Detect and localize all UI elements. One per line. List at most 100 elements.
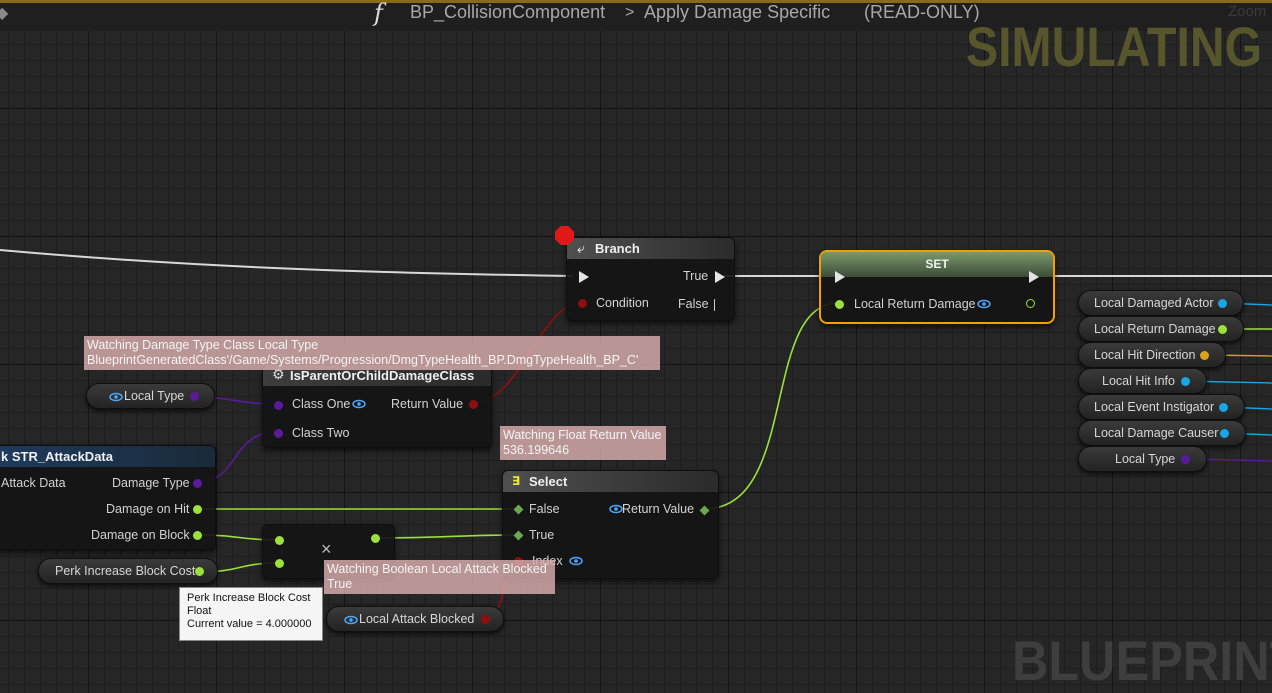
local-type-label: Local Type [124, 389, 185, 403]
local-attack-blocked-variable[interactable]: Local Attack Blocked [326, 606, 504, 632]
class-two-label: Class Two [292, 426, 350, 440]
set-exec-out-pin[interactable] [1029, 271, 1039, 283]
local-type-right-label: Local Type [1115, 452, 1176, 466]
perk-increase-block-cost-pin[interactable] [195, 567, 204, 576]
select-index-watch-icon [569, 556, 583, 566]
multiply-b-pin[interactable] [275, 559, 284, 568]
multiply-icon: × [321, 539, 332, 559]
set-exec-in-pin[interactable] [835, 271, 845, 283]
set-node[interactable]: SET Local Return Damage [819, 250, 1055, 324]
damage-on-block-pin[interactable] [193, 531, 202, 540]
watch-boolean-line2: True [327, 577, 353, 591]
breakpoint-icon[interactable] [555, 226, 574, 245]
branch-false-label: False [678, 297, 709, 311]
select-return-label: Return Value [622, 502, 695, 516]
branch-condition-pin[interactable] [578, 299, 587, 308]
watch-damage-type-line1: Watching Damage Type Class Local Type [87, 338, 319, 352]
tooltip-name: Perk Increase Block Cost [187, 592, 311, 604]
branch-header: Branch [567, 238, 734, 259]
break-attack-data-node[interactable]: k STR_AttackData Attack Data Damage Type… [0, 445, 216, 550]
watch-float-return: Watching Float Return Value 536.199646 [500, 426, 666, 460]
local-return-damage-variable[interactable]: Local Return Damage [1078, 316, 1244, 342]
local-hit-direction-variable[interactable]: Local Hit Direction [1078, 342, 1226, 368]
local-hit-info-variable[interactable]: Local Hit Info [1078, 368, 1207, 394]
damage-type-pin[interactable] [193, 479, 202, 488]
local-attack-blocked-pin[interactable] [481, 615, 490, 624]
select-false-label: False [529, 502, 560, 516]
set-pin-label: Local Return Damage [854, 297, 976, 311]
local-hit-info-label: Local Hit Info [1102, 374, 1175, 388]
watch-float-return-line2: 536.199646 [503, 443, 570, 457]
branch-condition-label: Condition [596, 296, 649, 310]
local-return-damage-pin[interactable] [1218, 325, 1227, 334]
class-two-pin[interactable] [274, 429, 283, 438]
watch-damage-type: Watching Damage Type Class Local Type Bl… [84, 336, 660, 370]
return-value-label: Return Value [391, 397, 464, 411]
set-value-out-pin[interactable] [1026, 299, 1035, 308]
select-return-pin[interactable] [699, 505, 710, 516]
tooltip-type: Float [187, 605, 212, 617]
set-value-in-pin[interactable] [835, 300, 844, 309]
local-type-right-pin[interactable] [1181, 455, 1190, 464]
damage-on-hit-pin[interactable] [193, 505, 202, 514]
set-title: SET [925, 257, 949, 271]
variable-tooltip: Perk Increase Block Cost Float Current v… [179, 587, 323, 641]
branch-true-pin[interactable] [715, 271, 725, 283]
select-true-pin[interactable] [513, 530, 524, 541]
perk-increase-block-cost-label: Perk Increase Block Cost [55, 564, 196, 578]
multiply-out-wire[interactable] [374, 534, 518, 539]
branch-node[interactable]: Branch ⤶ True Condition False [566, 237, 735, 321]
branch-false-pin[interactable] [714, 299, 724, 311]
break-struct-header: k STR_AttackData [0, 446, 215, 467]
class-one-pin[interactable] [274, 401, 283, 410]
watch-eye-icon [977, 299, 991, 309]
local-return-damage-label: Local Return Damage [1094, 322, 1216, 336]
local-damage-causer-pin[interactable] [1220, 429, 1229, 438]
local-damaged-actor-label: Local Damaged Actor [1094, 296, 1214, 310]
class-one-label: Class One [292, 397, 351, 411]
local-event-instigator-variable[interactable]: Local Event Instigator [1078, 394, 1245, 420]
local-hit-direction-pin[interactable] [1200, 351, 1209, 360]
local-hit-direction-label: Local Hit Direction [1094, 348, 1196, 362]
is-parent-return-pin[interactable] [469, 400, 478, 409]
local-event-instigator-label: Local Event Instigator [1094, 400, 1215, 414]
watch-damage-type-line2: BlueprintGeneratedClass'/Game/Systems/Pr… [87, 353, 639, 367]
select-header: Select [503, 471, 718, 492]
is-parent-or-child-damage-class-node[interactable]: IsParentOrChildDamageClass ⚙ Class One R… [262, 364, 492, 448]
branch-true-label: True [683, 269, 709, 283]
select-icon: ∃ [512, 474, 521, 488]
local-hit-info-pin[interactable] [1181, 377, 1190, 386]
watch-float-return-line1: Watching Float Return Value [503, 428, 662, 442]
branch-title: Branch [595, 241, 640, 256]
select-return-watch-icon [609, 504, 623, 514]
local-type-pin[interactable] [190, 392, 199, 401]
local-damaged-actor-pin[interactable] [1218, 299, 1227, 308]
exec-wire-in[interactable] [0, 249, 574, 277]
local-type-watch-icon [109, 392, 123, 402]
multiply-a-pin[interactable] [275, 536, 284, 545]
local-type-right-variable[interactable]: Local Type [1078, 446, 1207, 472]
damage-on-hit-label: Damage on Hit [106, 502, 190, 516]
local-attack-blocked-label: Local Attack Blocked [359, 612, 475, 626]
local-damage-causer-variable[interactable]: Local Damage Causer [1078, 420, 1246, 446]
branch-exec-in-pin[interactable] [579, 271, 589, 283]
tooltip-value: Current value = 4.000000 [187, 618, 312, 630]
multiply-out-pin[interactable] [371, 534, 380, 543]
select-false-pin[interactable] [513, 504, 524, 515]
local-damaged-actor-variable[interactable]: Local Damaged Actor [1078, 290, 1244, 316]
damage-on-block-label: Damage on Block [91, 528, 190, 542]
select-return-wire[interactable] [703, 302, 840, 510]
is-parent-title: IsParentOrChildDamageClass [290, 368, 475, 383]
select-true-label: True [529, 528, 555, 542]
local-event-instigator-pin[interactable] [1219, 403, 1228, 412]
branch-icon: ⤶ [577, 240, 585, 256]
watch-boolean-line1: Watching Boolean Local Attack Blocked [327, 562, 547, 576]
damage-type-label: Damage Type [112, 476, 190, 490]
set-header: SET [821, 252, 1053, 277]
local-damage-causer-label: Local Damage Causer [1094, 426, 1219, 440]
perk-increase-block-cost-variable[interactable]: Perk Increase Block Cost [38, 558, 218, 584]
local-attack-blocked-watch-icon [344, 615, 358, 625]
local-type-variable[interactable]: Local Type [86, 383, 215, 409]
attack-data-label: Attack Data [1, 476, 66, 490]
break-struct-title: k STR_AttackData [1, 449, 113, 464]
